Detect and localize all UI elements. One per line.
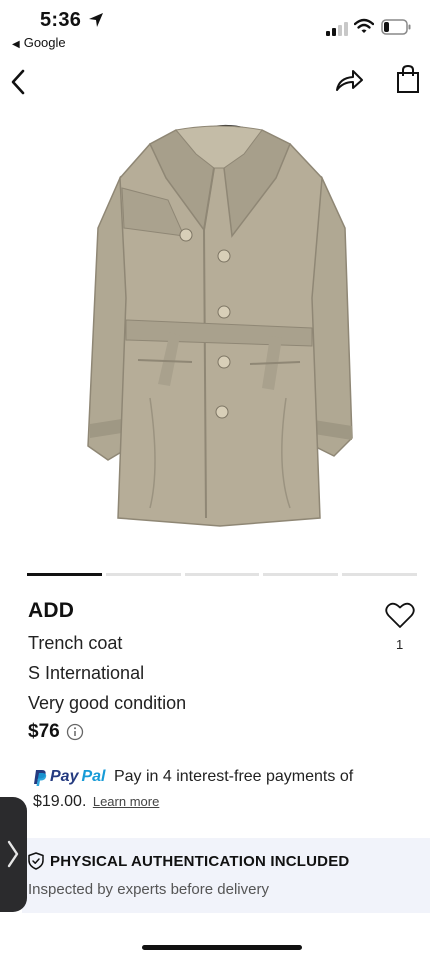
paypal-logo: Pay Pal [33,764,105,789]
carousel-dot[interactable] [27,573,102,576]
auth-subtitle: Inspected by experts before delivery [28,881,269,898]
paypal-text: Pay in 4 interest-free payments of [113,768,354,785]
back-app-label: Google [23,35,66,50]
carousel-dot[interactable] [263,573,339,576]
product-price: $76 [28,721,60,742]
location-arrow-icon [89,13,103,27]
nav-bar [0,60,443,100]
product-name: Trench coat [28,633,123,653]
heart-icon[interactable] [385,601,415,629]
product-image[interactable] [0,108,443,548]
home-indicator[interactable] [142,945,302,950]
status-time: 5:36 [40,9,82,31]
auth-title-row: PHYSICAL AUTHENTICATION INCLUDED [28,852,349,870]
battery-icon [381,19,411,35]
back-to-app-link[interactable]: ◀ Google [12,35,66,50]
cellular-signal-icon [326,20,348,36]
status-bar: 5:36 ◀ Google [0,0,443,56]
auth-title: PHYSICAL AUTHENTICATION INCLUDED [50,852,350,870]
product-condition: Very good condition [28,693,187,713]
paypal-amount: $19.00. [33,793,87,810]
image-carousel-indicator[interactable] [27,573,417,577]
shield-check-icon [28,852,44,870]
paypal-icon [34,770,47,786]
back-chevron-icon[interactable] [8,64,30,96]
side-drawer-handle[interactable] [0,797,27,912]
like-count: 1 [396,637,404,652]
info-icon[interactable] [66,723,84,741]
brand-name[interactable]: ADD [28,599,74,623]
authentication-banner[interactable]: PHYSICAL AUTHENTICATION INCLUDED Inspect… [22,838,430,913]
price-row: $76 [28,720,84,744]
paypal-installments: Pay Pal Pay in 4 interest-free payments o… [33,764,423,814]
carousel-dot[interactable] [105,573,181,576]
learn-more-link[interactable]: Learn more [93,794,159,809]
carousel-dot[interactable] [342,573,417,576]
product-size: S International [28,663,145,683]
share-icon[interactable] [333,66,365,94]
chevron-right-icon [7,840,19,868]
wifi-icon [354,18,374,33]
shopping-bag-icon[interactable] [396,64,420,94]
back-triangle-icon: ◀ [12,39,20,50]
carousel-dot[interactable] [184,573,260,576]
